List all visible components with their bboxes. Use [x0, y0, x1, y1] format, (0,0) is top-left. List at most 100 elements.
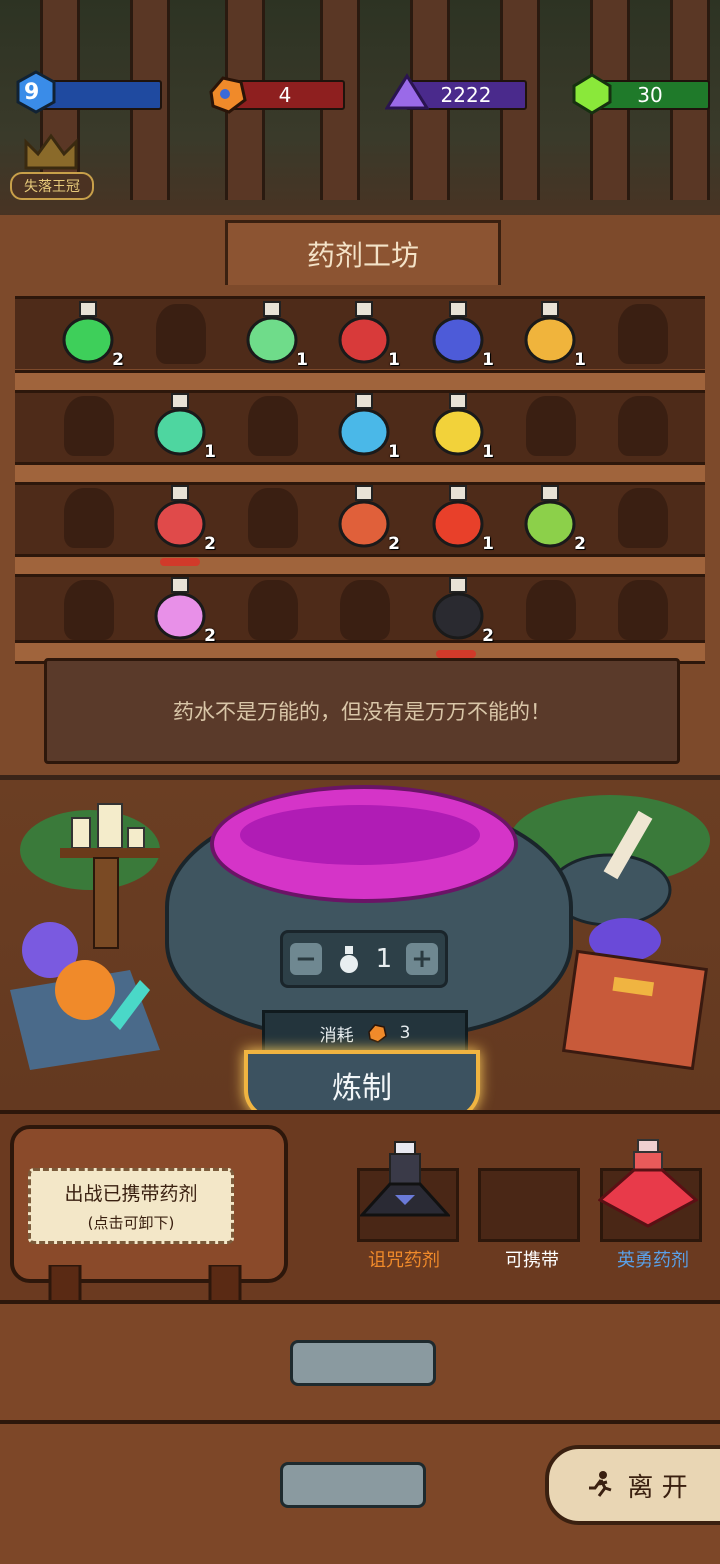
potion-count: 1: [574, 350, 586, 370]
empty-potion-slot[interactable]: [520, 392, 580, 458]
carried-potions-hint: (点击可卸下): [87, 1214, 175, 1232]
potion-slot[interactable]: 1: [520, 300, 586, 370]
potion-bottle-icon: [338, 393, 390, 456]
empty-potion-slot[interactable]: [334, 576, 394, 642]
carry-label-curse: 诅咒药剂: [368, 1250, 440, 1271]
level-bar: 9: [16, 70, 162, 114]
potion-silhouette-icon: [64, 396, 114, 456]
potion-slot[interactable]: 2: [520, 484, 586, 554]
leave-button[interactable]: 离 开: [545, 1445, 720, 1525]
empty-potion-slot[interactable]: [58, 576, 118, 642]
potion-count: 1: [388, 442, 400, 462]
purple-crystal-icon: [385, 73, 429, 110]
empty-potion-slot[interactable]: [242, 392, 302, 458]
potion-silhouette-icon: [64, 488, 114, 548]
increase-button[interactable]: +: [406, 943, 439, 975]
potion-slot[interactable]: 2: [334, 484, 400, 554]
carry-label-empty: 可携带: [505, 1250, 559, 1271]
potion-slot[interactable]: 2: [150, 576, 216, 646]
potion-bottle-icon: [246, 301, 298, 364]
crown-icon: [24, 133, 78, 170]
potion-count: 1: [388, 350, 400, 370]
selected-marker: [436, 650, 476, 658]
carry-slot-empty[interactable]: [478, 1168, 580, 1242]
bravery-potion-icon: [598, 1139, 698, 1228]
ore-resource: 4: [209, 76, 345, 114]
potion-slot[interactable]: 1: [428, 484, 494, 554]
potion-bottle-icon: [338, 301, 390, 364]
potion-count: 1: [482, 534, 494, 554]
potion-bottle-icon: [62, 301, 114, 364]
potion-slot[interactable]: 1: [150, 392, 216, 462]
potion-slot[interactable]: 2: [150, 484, 216, 554]
potion-slot[interactable]: 2: [428, 576, 494, 646]
gem-resource: 30: [572, 73, 710, 115]
empty-potion-slot[interactable]: [612, 484, 672, 550]
potion-icon: [339, 946, 358, 973]
potion-silhouette-icon: [618, 488, 668, 548]
lost-crown-badge[interactable]: 失落王冠: [10, 172, 94, 200]
candles-and-crystals-decor: [10, 803, 160, 1070]
potion-slot[interactable]: 1: [334, 392, 400, 462]
potion-silhouette-icon: [526, 396, 576, 456]
empty-potion-slot[interactable]: [58, 484, 118, 550]
potion-bottle-icon: [432, 393, 484, 456]
quantity-stepper: − 1 +: [280, 930, 448, 988]
potion-slot[interactable]: 1: [242, 300, 308, 370]
drawer-handle: [290, 1340, 436, 1386]
potion-count: 2: [204, 626, 216, 646]
potion-silhouette-icon: [618, 396, 668, 456]
potion-slot[interactable]: 1: [334, 300, 400, 370]
drawer-handle: [280, 1462, 426, 1508]
decrease-button[interactable]: −: [289, 943, 322, 975]
carried-potions-title: 出战已携带药剂: [64, 1183, 198, 1205]
empty-potion-slot[interactable]: [242, 484, 302, 550]
potion-count: 1: [482, 442, 494, 462]
ore-icon: [209, 76, 247, 114]
potion-count: 2: [482, 626, 494, 646]
potion-silhouette-icon: [248, 488, 298, 548]
potion-silhouette-icon: [248, 580, 298, 640]
curse-potion-icon: [360, 1141, 450, 1217]
cauldron-liquid: [240, 805, 480, 865]
potion-bottle-icon: [154, 577, 206, 640]
potion-silhouette-icon: [248, 396, 298, 456]
leave-label: 离 开: [627, 1472, 688, 1503]
potion-silhouette-icon: [64, 580, 114, 640]
cost-value: 3: [399, 1023, 411, 1043]
potion-count: 1: [204, 442, 216, 462]
green-gem-icon: [572, 73, 612, 115]
level-value: 9: [24, 80, 40, 105]
potion-count: 1: [296, 350, 308, 370]
potion-slot[interactable]: 1: [428, 300, 494, 370]
potion-silhouette-icon: [618, 580, 668, 640]
potion-count: 2: [112, 350, 124, 370]
cost-label: 消耗: [319, 1025, 354, 1046]
potion-silhouette-icon: [340, 580, 390, 640]
ore-icon: [367, 1024, 387, 1043]
empty-potion-slot[interactable]: [612, 392, 672, 458]
potion-silhouette-icon: [526, 580, 576, 640]
empty-potion-slot[interactable]: [150, 300, 210, 366]
potion-slot[interactable]: 2: [58, 300, 124, 370]
potion-bottle-icon: [432, 485, 484, 548]
empty-potion-slot[interactable]: [612, 300, 672, 366]
carry-label-bravery: 英勇药剂: [617, 1250, 689, 1271]
carried-potions-label[interactable]: 出战已携带药剂 (点击可卸下): [28, 1168, 234, 1244]
potion-count: 1: [482, 350, 494, 370]
empty-potion-slot[interactable]: [520, 576, 580, 642]
tip-message: 药水不是万能的，但没有是万万不能的！: [44, 658, 680, 764]
potion-count: 2: [574, 534, 586, 554]
potion-bottle-icon: [154, 485, 206, 548]
selected-marker: [160, 558, 200, 566]
potion-bottle-icon: [154, 393, 206, 456]
empty-potion-slot[interactable]: [242, 576, 302, 642]
crystal-resource: 2222: [385, 73, 527, 110]
potion-bottle-icon: [432, 577, 484, 640]
potion-bottle-icon: [338, 485, 390, 548]
potion-slot[interactable]: 1: [428, 392, 494, 462]
empty-potion-slot[interactable]: [58, 392, 118, 458]
running-man-icon: [589, 1471, 612, 1497]
potion-silhouette-icon: [156, 304, 206, 364]
empty-potion-slot[interactable]: [612, 576, 672, 642]
